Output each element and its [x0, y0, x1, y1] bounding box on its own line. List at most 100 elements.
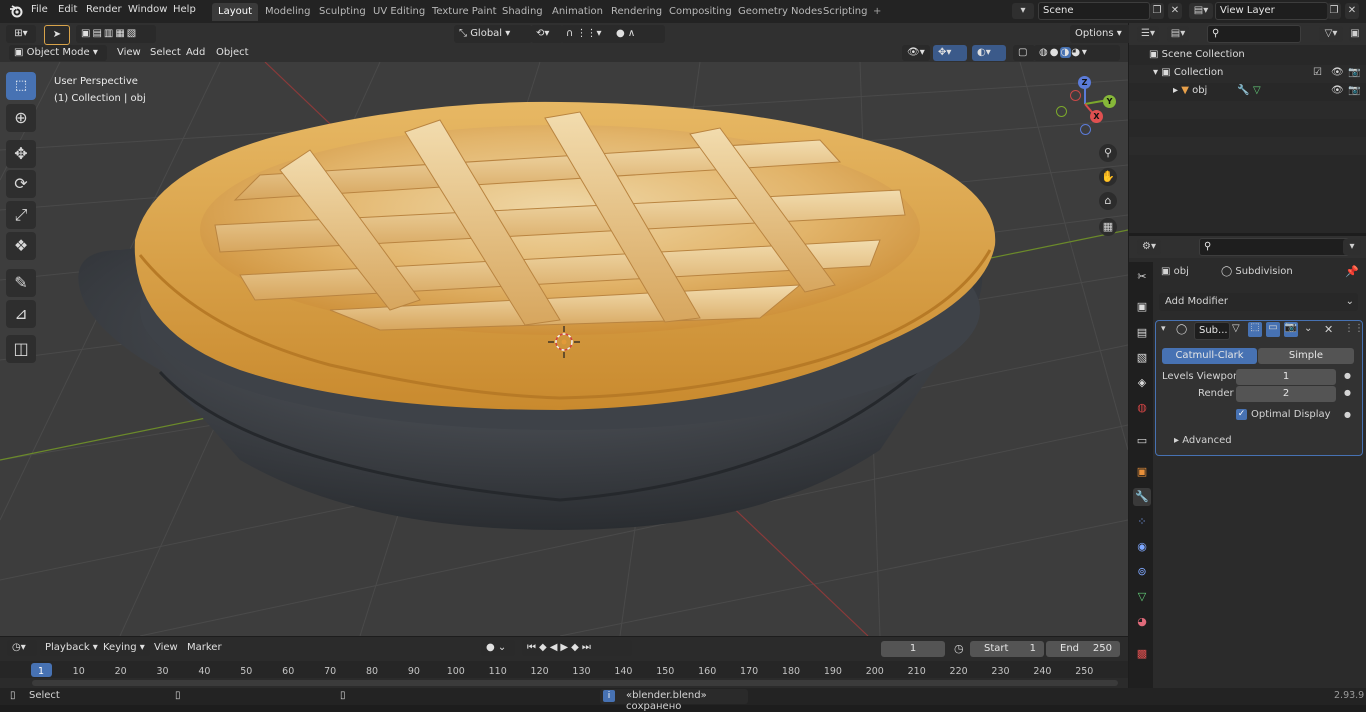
tab-uv-editing[interactable]: UV Editing — [367, 3, 431, 21]
menu-render[interactable]: Render — [86, 4, 122, 15]
tab-modeling[interactable]: Modeling — [259, 3, 317, 21]
levels-viewport-field[interactable]: 1 — [1236, 369, 1336, 385]
play-icon[interactable]: ▶ — [560, 642, 571, 653]
navigation-gizmo[interactable]: Z Y X — [1052, 76, 1122, 138]
outliner-editor-type-icon[interactable]: ☰▾ — [1137, 26, 1159, 42]
obj-eye-icon[interactable]: 👁 — [1331, 85, 1344, 96]
prev-keyframe-icon[interactable]: ◆ — [539, 642, 550, 653]
modifier-tab-icon[interactable]: 🔧 — [1133, 488, 1151, 506]
render-toggle-icon[interactable]: 📷 — [1284, 322, 1298, 337]
gizmo-toggle-icon[interactable]: ✥▾ — [933, 45, 967, 61]
status-report[interactable]: i «blender.blend» сохранено — [600, 689, 748, 712]
advanced-subpanel[interactable]: ▸ Advanced — [1174, 435, 1232, 446]
material-tab-icon[interactable]: ◕ — [1133, 613, 1151, 631]
collection-eye-icon[interactable]: 👁 — [1331, 67, 1344, 78]
outliner-row-obj[interactable]: ▸ ▼ obj — [1173, 82, 1207, 100]
menu-object[interactable]: Object — [216, 44, 249, 62]
tab-scripting[interactable]: Scripting — [817, 3, 873, 21]
collection-checkbox-icon[interactable]: ☑ — [1313, 67, 1322, 78]
cage-toggle-icon[interactable]: ⬚ — [1248, 322, 1262, 337]
proportional-edit-icon[interactable]: ● ∧ — [611, 25, 665, 43]
next-keyframe-icon[interactable]: ◆ — [571, 642, 582, 653]
scene-copy-icon[interactable]: ❐ — [1150, 3, 1164, 19]
tab-rendering[interactable]: Rendering — [605, 3, 668, 21]
outliner-row-scene-collection[interactable]: ▣ Scene Collection — [1149, 46, 1245, 64]
tab-compositing[interactable]: Compositing — [663, 3, 738, 21]
marker-menu[interactable]: Marker — [187, 639, 222, 657]
output-tab-icon[interactable]: ▤ — [1133, 324, 1151, 342]
annotate-tool-icon[interactable]: ✎ — [6, 269, 36, 297]
perspective-toggle-icon[interactable]: ▦ — [1099, 218, 1117, 236]
catmull-clark-button[interactable]: Catmull-Clark — [1162, 348, 1257, 364]
editor-type-icon[interactable]: ⊞▾ — [6, 25, 36, 43]
expand-arrow-icon[interactable]: ▾ — [1153, 67, 1161, 78]
blender-logo-icon[interactable] — [9, 4, 23, 18]
gizmo-neg-y[interactable] — [1056, 106, 1067, 117]
shading-mode-icons[interactable]: ◍●◑◕▾ — [1034, 45, 1120, 61]
object-tab-icon[interactable]: ▣ — [1133, 463, 1151, 481]
render-levels-field[interactable]: 2 — [1236, 386, 1336, 402]
add-modifier-dropdown[interactable]: Add Modifier ⌄ — [1159, 293, 1358, 311]
data-tab-icon[interactable]: ▽ — [1133, 588, 1151, 606]
edit-mode-toggle-icon[interactable]: ▽ — [1232, 323, 1240, 334]
expand-arrow-icon[interactable]: ▸ — [1173, 85, 1181, 96]
clock-icon[interactable]: ◷ — [954, 642, 964, 655]
obj-camera-icon[interactable]: 📷 — [1348, 85, 1360, 96]
transform-tool-icon[interactable]: ❖ — [6, 232, 36, 260]
tab-animation[interactable]: Animation — [546, 3, 609, 21]
outliner-row-collection[interactable]: ▾ ▣ Collection — [1153, 64, 1223, 82]
menu-add[interactable]: Add — [186, 44, 205, 62]
tab-sculpting[interactable]: Sculpting — [313, 3, 372, 21]
timeline-editor-type-icon[interactable]: ◷▾ — [7, 640, 37, 656]
cursor-tool-icon[interactable]: ⊕ — [6, 104, 36, 132]
view-layer-tab-icon[interactable]: ▧ — [1133, 349, 1151, 367]
simple-button[interactable]: Simple — [1258, 348, 1354, 364]
play-reverse-icon[interactable]: ◀ — [550, 642, 561, 653]
keyframe-dot-icon[interactable]: ● — [1344, 410, 1351, 419]
current-frame-field[interactable]: 1 — [881, 641, 945, 657]
physics-tab-icon[interactable]: ◉ — [1133, 538, 1151, 556]
menu-view[interactable]: View — [117, 44, 141, 62]
playback-controls[interactable]: ⏮◆◀▶◆⏭ — [522, 640, 632, 656]
options-dropdown[interactable]: Options ▾ — [1070, 25, 1132, 43]
properties-options-icon[interactable]: ▾ — [1343, 239, 1361, 255]
tab-geometry-nodes[interactable]: Geometry Nodes — [732, 3, 828, 21]
render-tab-icon[interactable]: ▣ — [1133, 298, 1151, 316]
timeline-view-menu[interactable]: View — [154, 639, 178, 657]
world-tab-icon[interactable]: ◍ — [1133, 399, 1151, 417]
optimal-display-checkbox[interactable]: ✓ — [1236, 409, 1247, 420]
visibility-icon[interactable]: 👁▾ — [902, 45, 930, 61]
rotate-tool-icon[interactable]: ⟳ — [6, 170, 36, 198]
measure-tool-icon[interactable]: ⊿ — [6, 300, 36, 328]
jump-start-icon[interactable]: ⏮ — [527, 642, 539, 653]
pan-hand-icon[interactable]: ✋ — [1099, 168, 1117, 186]
view-layer-remove-icon[interactable]: ✕ — [1345, 3, 1359, 19]
camera-view-icon[interactable]: ⌂ — [1099, 192, 1117, 210]
tool-tab-icon[interactable]: ✂ — [1133, 268, 1151, 286]
filter-icon[interactable]: ▽▾ — [1319, 26, 1343, 42]
object-mode-dropdown[interactable]: ▣ Object Mode ▾ — [9, 45, 107, 61]
modifier-wrench-icon[interactable]: 🔧 — [1237, 85, 1249, 96]
gizmo-neg-x[interactable] — [1070, 90, 1081, 101]
collapse-arrow-icon[interactable]: ▾ — [1161, 324, 1166, 334]
keyframe-dot-icon[interactable]: ● — [1344, 371, 1351, 380]
timeline-scrollbar[interactable] — [32, 680, 1118, 686]
scene-field[interactable]: Scene — [1038, 2, 1150, 20]
select-mode-icons[interactable]: ▣▤▥▦▧ — [76, 25, 156, 43]
keying-menu[interactable]: Keying ▾ — [98, 640, 150, 656]
select-box-icon[interactable]: ⬚ — [6, 72, 36, 100]
scale-tool-icon[interactable]: ⤢ — [6, 201, 36, 229]
xray-icon[interactable]: ▢ — [1013, 45, 1035, 61]
pivot-point-icon[interactable]: ⟲▾ — [531, 25, 563, 43]
scene-remove-icon[interactable]: ✕ — [1168, 3, 1182, 19]
outliner-search-input[interactable]: ⚲ — [1207, 25, 1301, 43]
add-workspace-button[interactable]: + — [867, 3, 887, 21]
gizmo-x-axis[interactable]: X — [1090, 110, 1103, 123]
keyframe-dot-icon[interactable]: ● — [1344, 388, 1351, 397]
new-collection-icon[interactable]: ▣ — [1349, 26, 1361, 42]
properties-editor-type-icon[interactable]: ⚙▾ — [1137, 239, 1161, 255]
viewport-toggle-icon[interactable]: ▭ — [1266, 322, 1280, 337]
menu-select[interactable]: Select — [150, 44, 181, 62]
modifier-menu-chevron-icon[interactable]: ⌄ — [1304, 323, 1312, 334]
view-layer-field[interactable]: View Layer — [1215, 2, 1328, 20]
